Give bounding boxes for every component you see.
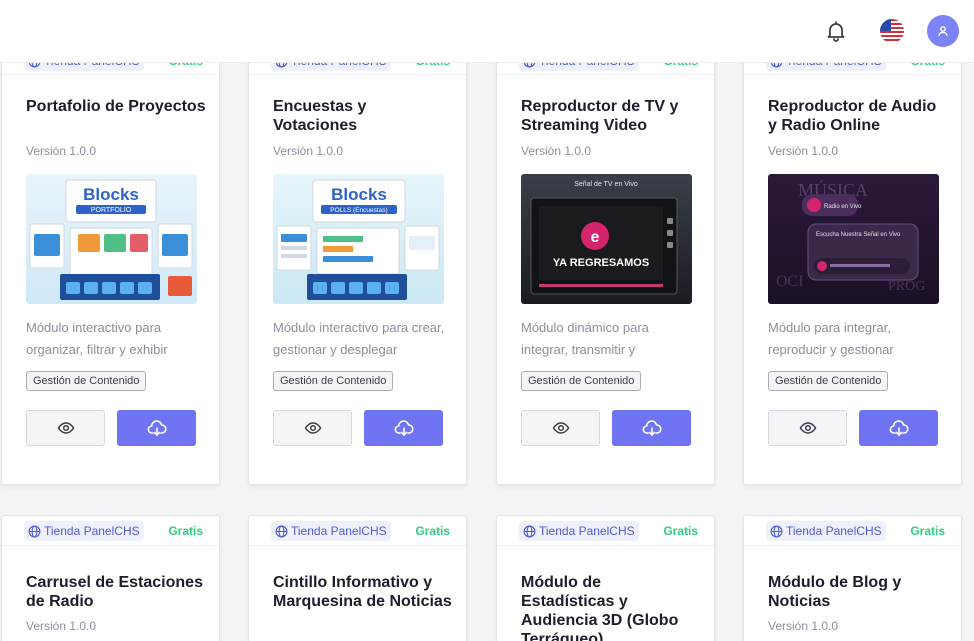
store-badge: Tienda PanelCHS <box>24 521 144 541</box>
download-button[interactable] <box>859 410 938 446</box>
store-badge: Tienda PanelCHS <box>766 521 886 541</box>
preview-button[interactable] <box>26 410 105 446</box>
card-header: Tienda PanelCHS Gratis <box>497 516 714 546</box>
version-label: Versión 1.0.0 <box>26 619 97 633</box>
eye-icon <box>799 422 816 434</box>
card-title: Portafolio de Proyectos <box>26 98 206 115</box>
category-tag: Gestión de Contenido <box>26 371 147 391</box>
price-label: Gratis <box>910 524 945 538</box>
card-title: Encuestas y Votaciones <box>273 98 367 134</box>
module-card: Tienda PanelCHS Gratis Reproductor de TV… <box>496 48 715 485</box>
module-card: Tienda PanelCHS Gratis Módulo de Estadís… <box>496 515 715 641</box>
cloud-download-icon <box>394 420 414 436</box>
price-label: Gratis <box>663 524 698 538</box>
thumbnail-subheading: PORTFOLIO <box>91 207 132 214</box>
version-label: Versión 1.0.0 <box>26 144 97 158</box>
version-label: Versión 1.0.0 <box>273 144 344 158</box>
card-title: Reproductor de TV y Streaming Video <box>521 98 679 134</box>
module-card: Tienda PanelCHS Gratis Portafolio de Pro… <box>1 48 220 485</box>
user-avatar[interactable] <box>927 15 959 47</box>
preview-button[interactable] <box>273 410 352 446</box>
thumbnail-heading: Señal de TV en Vivo <box>574 181 638 188</box>
svg-text:OCI: OCI <box>776 273 804 290</box>
globe-icon <box>770 525 783 537</box>
eye-icon <box>57 422 74 434</box>
download-button[interactable] <box>117 410 196 446</box>
us-flag-icon[interactable] <box>880 19 904 43</box>
module-thumbnail: Blocks POLLS (Encuestas) <box>273 174 444 304</box>
module-card: Tienda PanelCHS Gratis Carrusel de Estac… <box>1 515 220 641</box>
store-badge: Tienda PanelCHS <box>519 521 639 541</box>
module-thumbnail: MÚSICA OCI PROG Radio en Vivo Escucha Nu… <box>768 174 939 304</box>
user-icon <box>938 26 948 37</box>
module-card: Tienda PanelCHS Gratis Módulo de Blog y … <box>743 515 962 641</box>
card-title: Carrusel de Estaciones de Radio <box>26 574 203 610</box>
bell-icon[interactable] <box>824 19 848 43</box>
svg-text:e: e <box>591 229 600 246</box>
store-label: Tienda PanelCHS <box>539 524 635 538</box>
card-header: Tienda PanelCHS Gratis <box>744 516 961 546</box>
thumbnail-subheading: POLLS (Encuestas) <box>330 207 387 214</box>
cloud-download-icon <box>642 420 662 436</box>
thumbnail-subheading: YA REGRESAMOS <box>553 257 649 269</box>
download-button[interactable] <box>612 410 691 446</box>
card-description: Módulo dinámico para integrar, transmiti… <box>521 320 649 357</box>
globe-icon <box>28 525 41 537</box>
preview-button[interactable] <box>521 410 600 446</box>
thumbnail-heading: Blocks <box>331 185 387 204</box>
module-thumbnail: Blocks PORTFOLIO <box>26 174 197 304</box>
thumbnail-heading: Blocks <box>83 185 139 204</box>
version-label: Versión 1.0.0 <box>768 619 839 633</box>
price-label: Gratis <box>168 524 203 538</box>
module-card: Tienda PanelCHS Gratis Reproductor de Au… <box>743 48 962 485</box>
store-label: Tienda PanelCHS <box>44 524 140 538</box>
version-label: Versión 1.0.0 <box>521 144 592 158</box>
globe-icon <box>275 525 288 537</box>
preview-button[interactable] <box>768 410 847 446</box>
top-bar <box>0 0 974 63</box>
cloud-download-icon <box>147 420 167 436</box>
store-label: Tienda PanelCHS <box>291 524 387 538</box>
category-tag: Gestión de Contenido <box>768 371 889 391</box>
module-thumbnail: Señal de TV en Vivo e YA REGRESAMOS <box>521 174 692 304</box>
eye-icon <box>304 422 321 434</box>
module-card: Tienda PanelCHS Gratis Cintillo Informat… <box>248 515 467 641</box>
card-title: Reproductor de Audio y Radio Online <box>768 98 937 134</box>
svg-text:PROG: PROG <box>888 279 925 294</box>
store-label: Tienda PanelCHS <box>786 524 882 538</box>
eye-icon <box>552 422 569 434</box>
globe-icon <box>523 525 536 537</box>
category-tag: Gestión de Contenido <box>521 371 642 391</box>
card-description: Módulo para integrar, reproducir y gesti… <box>768 320 894 357</box>
card-title: Módulo de Blog y Noticias <box>768 574 902 610</box>
thumbnail-subheading: Escucha Nuestra Señal en Vivo <box>816 232 901 238</box>
category-tag: Gestión de Contenido <box>273 371 394 391</box>
cloud-download-icon <box>889 420 909 436</box>
version-label: Versión 1.0.0 <box>768 144 839 158</box>
download-button[interactable] <box>364 410 443 446</box>
card-title: Cintillo Informativo y Marquesina de Not… <box>273 574 452 610</box>
card-description: Módulo interactivo para crear, gestionar… <box>273 320 445 357</box>
module-card: Tienda PanelCHS Gratis Encuestas y Votac… <box>248 48 467 485</box>
card-description: Módulo interactivo para organizar, filtr… <box>26 320 168 357</box>
card-title: Módulo de Estadísticas y Audiencia 3D (G… <box>521 574 679 641</box>
card-header: Tienda PanelCHS Gratis <box>249 516 466 546</box>
store-badge: Tienda PanelCHS <box>271 521 391 541</box>
thumbnail-heading: Radio en Vivo <box>824 204 862 210</box>
card-header: Tienda PanelCHS Gratis <box>2 516 219 546</box>
price-label: Gratis <box>415 524 450 538</box>
